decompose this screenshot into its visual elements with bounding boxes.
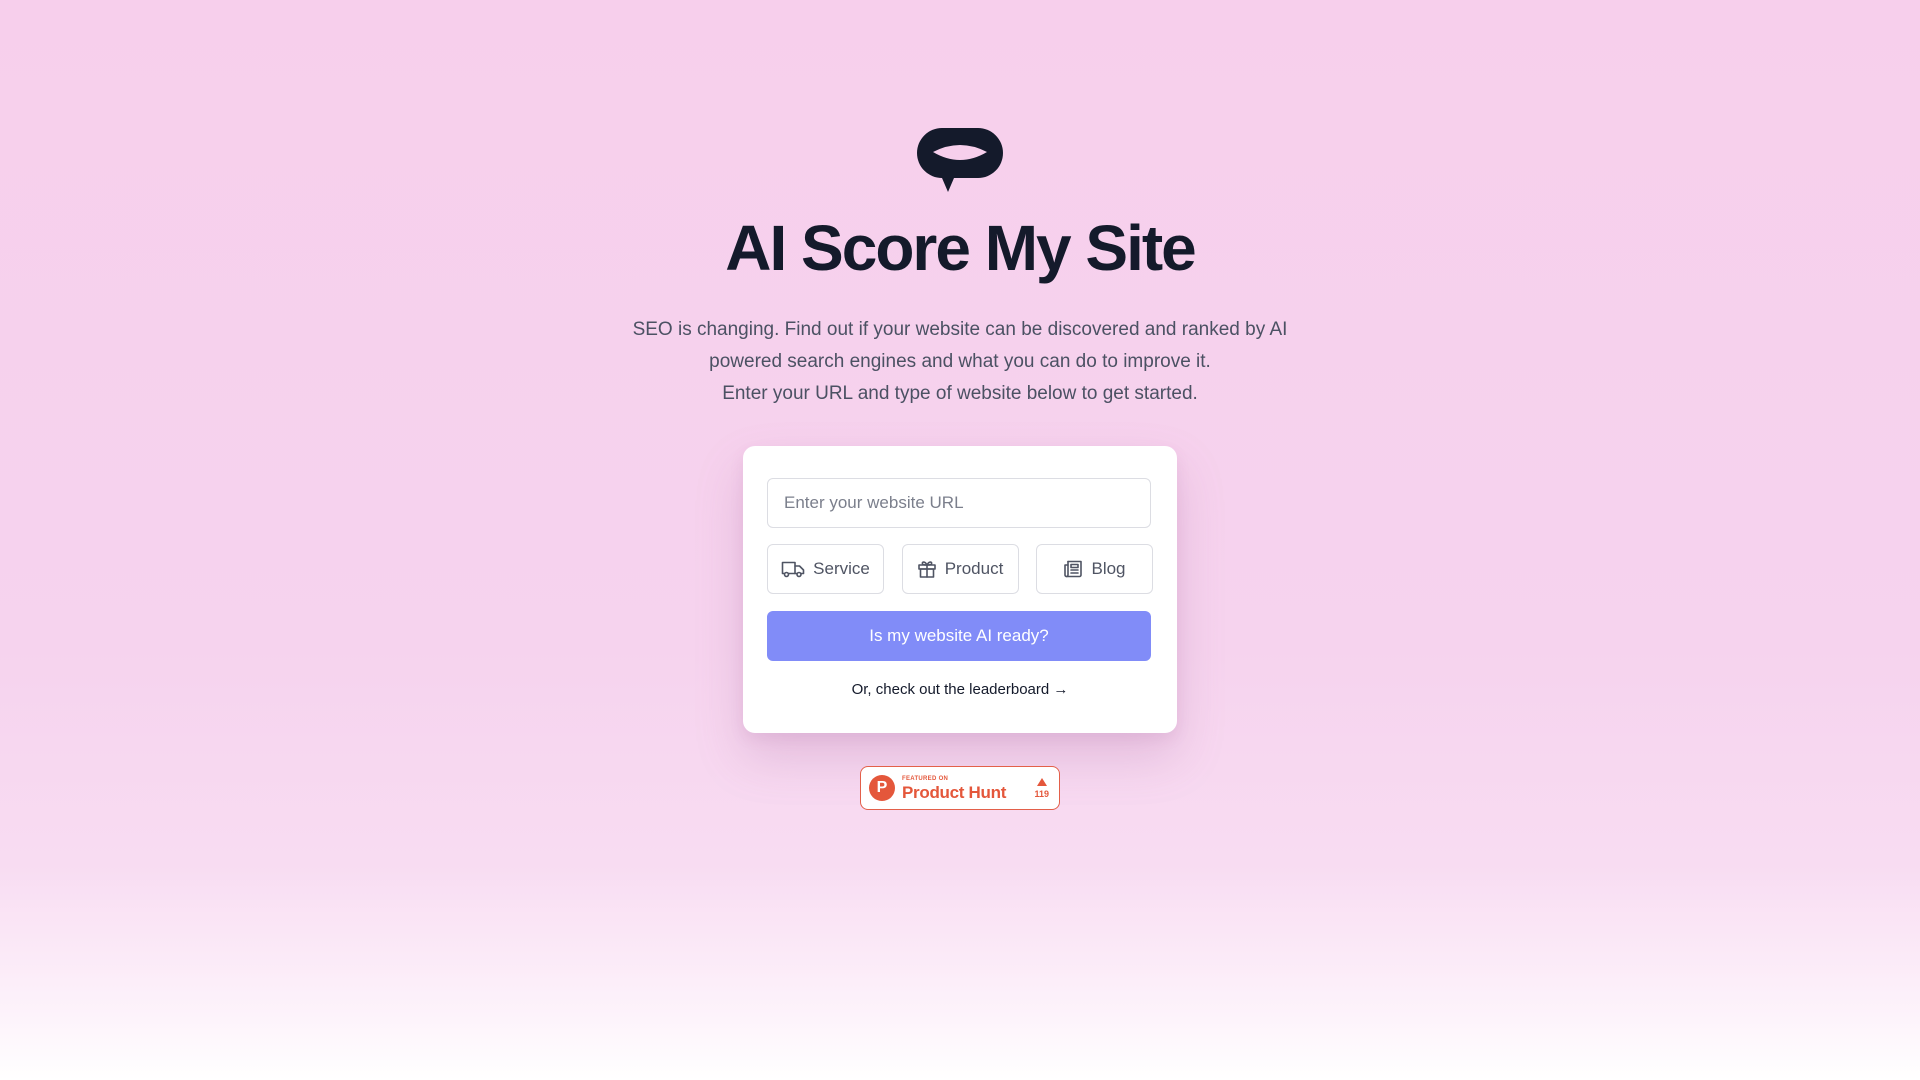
truck-icon xyxy=(781,561,805,578)
site-type-service-button[interactable]: Service xyxy=(767,544,884,594)
site-type-service-label: Service xyxy=(813,559,870,578)
intro-instruction: Enter your URL and type of website below… xyxy=(722,383,1198,404)
newspaper-icon xyxy=(1064,560,1083,578)
site-type-product-button[interactable]: Product xyxy=(901,544,1019,594)
score-form-card: Service Product Blog xyxy=(743,446,1177,733)
product-hunt-featured-label: FEATURED ON xyxy=(902,775,949,782)
intro-text: SEO is changing. Find out if your websit… xyxy=(610,314,1310,410)
check-ai-ready-button[interactable]: Is my website AI ready? xyxy=(767,611,1151,661)
speech-bubble-smile-icon xyxy=(917,128,1003,192)
landing-page: AI Score My Site SEO is changing. Find o… xyxy=(0,0,1920,1080)
page-title: AI Score My Site xyxy=(725,212,1196,284)
site-type-selector: Service Product Blog xyxy=(767,544,1153,594)
site-type-blog-button[interactable]: Blog xyxy=(1036,544,1153,594)
product-hunt-text: FEATURED ON Product Hunt xyxy=(902,776,1006,801)
website-url-input[interactable] xyxy=(767,478,1151,528)
product-hunt-name: Product Hunt xyxy=(902,782,1007,802)
product-hunt-badge[interactable]: P FEATURED ON Product Hunt 119 xyxy=(860,766,1060,810)
site-type-product-label: Product xyxy=(944,559,1004,578)
product-hunt-votes: 119 xyxy=(1034,777,1049,799)
site-type-blog-label: Blog xyxy=(1091,559,1126,578)
product-hunt-icon: P xyxy=(869,775,895,801)
leaderboard-link[interactable]: Or, check out the leaderboard → xyxy=(767,681,1153,698)
upvote-triangle-icon xyxy=(1036,777,1047,786)
gift-icon xyxy=(917,561,936,578)
product-hunt-vote-count: 119 xyxy=(1034,788,1049,799)
intro-description: SEO is changing. Find out if your websit… xyxy=(632,319,1288,372)
